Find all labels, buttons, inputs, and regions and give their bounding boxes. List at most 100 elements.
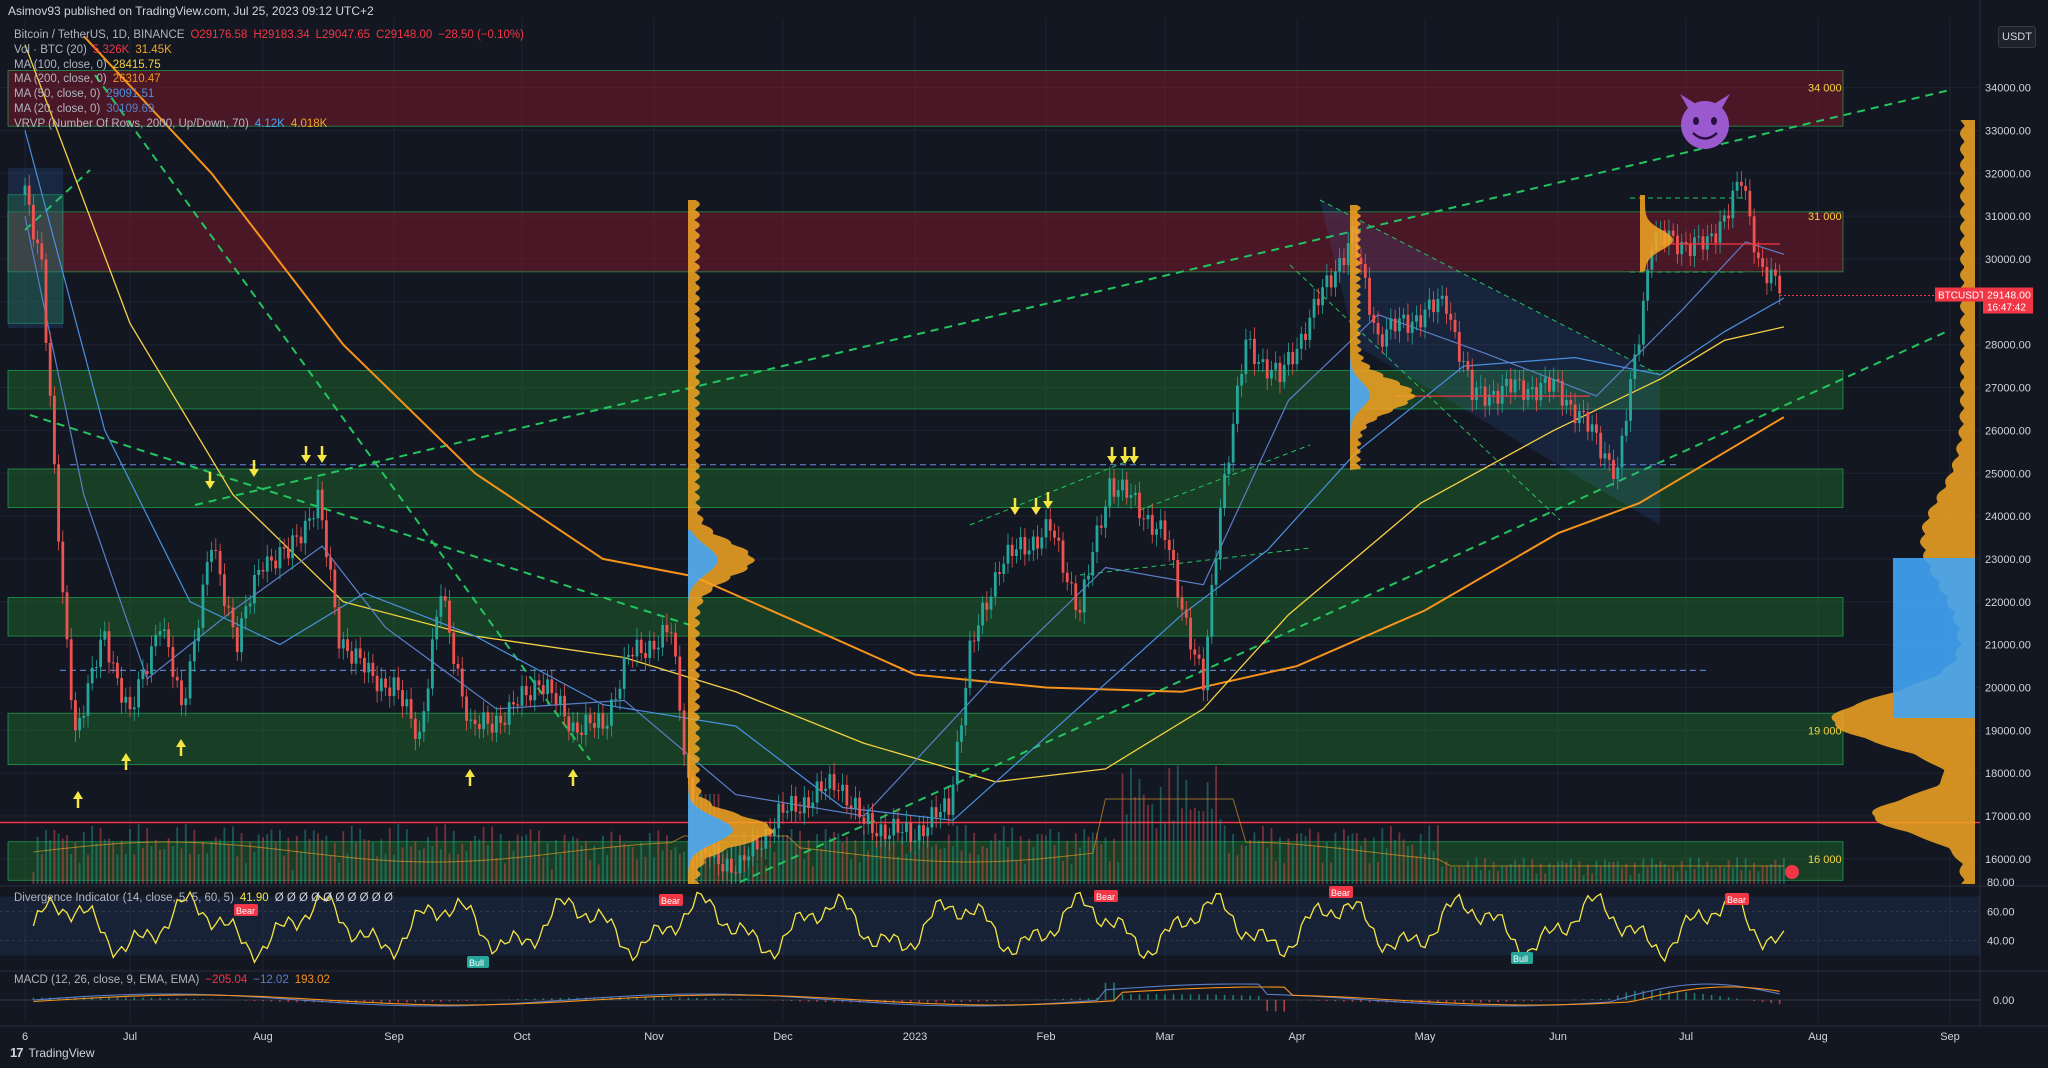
volume-bar xyxy=(1028,839,1030,884)
macd-histogram-bar xyxy=(184,998,187,1000)
time-axis-label: 6 xyxy=(22,1031,28,1043)
macd-histogram-bar xyxy=(133,997,136,1000)
macd-histogram-bar xyxy=(1343,1000,1345,1002)
candle-body xyxy=(1091,551,1095,576)
volume-bar xyxy=(262,837,264,884)
volume-bar xyxy=(253,852,256,884)
volume-bar xyxy=(1625,863,1628,884)
legend-row-ma50[interactable]: MA (50, close, 0) 29091.51 xyxy=(14,87,524,102)
volume-bar xyxy=(1023,863,1026,884)
candle-body xyxy=(1410,321,1414,333)
macd-legend[interactable]: MACD (12, 26, close, 9, EMA, EMA) −205.04… xyxy=(14,974,330,986)
candle-body xyxy=(303,520,307,544)
macd-histogram-bar xyxy=(262,1000,264,1002)
legend-row-volume[interactable]: Vol · BTC (20) 5.326K 31.45K xyxy=(14,43,524,58)
candle-body xyxy=(639,639,643,654)
candle-body xyxy=(516,704,520,706)
macd-histogram-bar xyxy=(423,1000,425,1003)
macd-histogram-bar xyxy=(1240,995,1243,1000)
volume-bar xyxy=(994,833,997,884)
legend-row-ma100[interactable]: MA (100, close, 0) 28415.75 xyxy=(14,58,524,73)
candle-body xyxy=(1509,379,1513,393)
volume-bar xyxy=(82,832,85,884)
divergence-axis-label: 60.00 xyxy=(1987,906,2015,918)
volume-bar xyxy=(1266,848,1269,884)
candle-body xyxy=(614,698,618,700)
tradingview-footer[interactable]: 17 TradingView xyxy=(10,1045,95,1060)
candle-body xyxy=(95,667,98,669)
volume-bar xyxy=(431,846,434,884)
volume-bar xyxy=(193,829,196,884)
macd-histogram-bar xyxy=(1070,998,1073,1000)
candle-body xyxy=(529,695,532,701)
candle-body xyxy=(396,677,400,691)
macd-histogram-bar xyxy=(1685,992,1687,1000)
candle-body xyxy=(286,548,290,559)
candle-body xyxy=(111,662,115,664)
legend-row-ma200[interactable]: MA (200, close, 0) 26310.47 xyxy=(14,72,524,87)
candle-body xyxy=(1552,379,1556,392)
candle-body xyxy=(1629,379,1632,421)
macd-histogram-bar xyxy=(1113,982,1115,1000)
volume-bar xyxy=(167,838,170,884)
volume-bar xyxy=(1744,858,1747,884)
volume-bar xyxy=(1569,859,1572,884)
volume-bar xyxy=(112,841,115,884)
volume-bar xyxy=(555,839,557,884)
macd-histogram-bar xyxy=(1283,1000,1286,1012)
price-axis-label: 23000.00 xyxy=(1985,554,2031,566)
candle-body xyxy=(422,711,426,732)
volume-bar xyxy=(1113,838,1115,884)
macd-histogram-bar xyxy=(167,998,170,1000)
candle-body xyxy=(1023,537,1027,555)
candle-body xyxy=(132,707,136,710)
macd-histogram-bar xyxy=(508,999,510,1000)
chart-canvas[interactable]: 34 00031 00019 00016 00034000.0033000.00… xyxy=(0,0,2048,1068)
candle-body xyxy=(210,549,213,562)
volume-bar xyxy=(1458,866,1461,884)
macd-histogram-bar xyxy=(431,1000,434,1002)
volume-bar xyxy=(137,824,140,884)
legend-row-ma20[interactable]: MA (20, close, 0) 30109.69 xyxy=(14,102,524,117)
divergence-band xyxy=(0,896,1980,956)
candle-body xyxy=(1505,379,1508,386)
volume-bar xyxy=(279,830,281,884)
candle-body xyxy=(36,239,39,244)
legend-ma100-name: MA (100, close, 0) xyxy=(14,58,107,71)
volume-bar xyxy=(1155,828,1158,884)
time-axis-label: Apr xyxy=(1288,1031,1305,1043)
candle-body xyxy=(1031,536,1035,551)
volume-bar xyxy=(644,856,647,884)
volume-bar xyxy=(935,844,938,884)
candle-body xyxy=(1752,216,1756,253)
volume-bar xyxy=(363,839,366,884)
candle-body xyxy=(1019,537,1023,550)
candle-body xyxy=(324,520,328,558)
legend-row-symbol[interactable]: Bitcoin / TetherUS, 1D, BINANCE O29176.58… xyxy=(14,28,524,43)
macd-histogram-bar xyxy=(125,997,127,1000)
volume-bar xyxy=(1415,855,1418,884)
macd-histogram-bar xyxy=(713,998,715,1000)
volume-bar xyxy=(270,829,273,884)
volume-bar xyxy=(57,833,60,884)
macd-histogram-bar xyxy=(533,998,536,1000)
macd-histogram-bar xyxy=(926,1000,929,1003)
candle-body xyxy=(1146,514,1150,520)
macd-histogram-bar xyxy=(279,1000,281,1002)
candle-body xyxy=(1231,423,1235,463)
volume-bar xyxy=(998,840,1001,884)
candle-body xyxy=(392,677,396,697)
macd-histogram-bar xyxy=(474,1000,476,1001)
volume-bar xyxy=(1257,840,1260,884)
candle-body xyxy=(1778,275,1782,294)
divergence-legend[interactable]: Divergence Indicator (14, close, 5, 5, 6… xyxy=(14,892,393,904)
volume-bar xyxy=(1672,866,1675,884)
candle-body xyxy=(567,716,571,732)
candle-body xyxy=(588,714,592,724)
legend-row-vrvp[interactable]: VRVP (Number Of Rows, 2000, Up/Down, 70)… xyxy=(14,117,524,132)
volume-bar xyxy=(985,847,988,884)
candle-body xyxy=(1693,237,1696,256)
candle-body xyxy=(976,625,980,642)
currency-button[interactable]: USDT xyxy=(1998,26,2036,48)
candle-body xyxy=(1565,400,1568,406)
